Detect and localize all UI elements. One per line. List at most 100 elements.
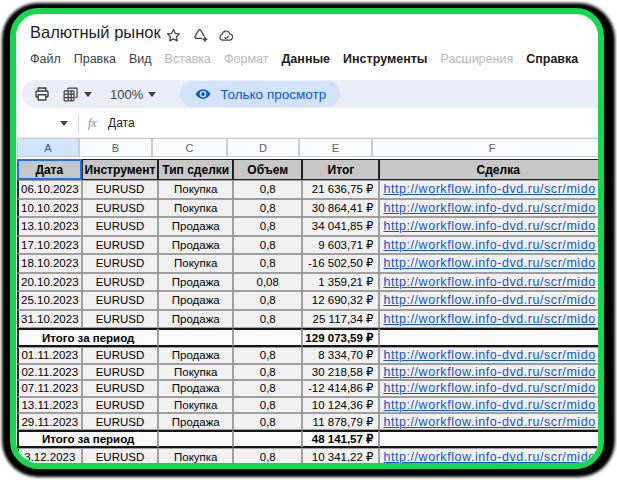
cell-volume[interactable]: 0,8 [233, 397, 302, 414]
cell-instrument[interactable]: EURUSD [82, 448, 159, 466]
cell-volume[interactable] [233, 328, 302, 347]
deal-link[interactable]: http://workflow.info-dvd.ru/scr/mido [383, 398, 595, 412]
cell-link[interactable]: http://workflow.info-dvd.ru/scr/mido [379, 291, 604, 310]
menu-item-tools[interactable]: Инструменты [343, 52, 427, 66]
menu-item-extensions[interactable]: Расширения [440, 52, 513, 66]
deal-link[interactable]: http://workflow.info-dvd.ru/scr/mido [383, 238, 595, 252]
cell-date[interactable]: 06.10.2023 [17, 180, 82, 199]
cell-link[interactable]: http://workflow.info-dvd.ru/scr/mido [379, 397, 604, 414]
cell-date[interactable]: 13.10.2023 [17, 217, 82, 236]
cell-total[interactable]: 12 690,32 ₽ [302, 291, 379, 310]
cell-instrument[interactable]: EURUSD [82, 180, 159, 199]
cell-total[interactable]: 25 117,34 ₽ [302, 310, 379, 329]
formula-input[interactable]: Дата [108, 116, 135, 130]
deal-link[interactable]: http://workflow.info-dvd.ru/scr/mido [383, 293, 595, 307]
cell-instrument[interactable]: EURUSD [82, 199, 159, 218]
cell-deal[interactable]: Продажа [158, 291, 233, 310]
cell-volume[interactable]: 0,8 [233, 380, 302, 397]
cell-volume[interactable]: 0,08 [233, 273, 302, 292]
deal-link[interactable]: http://workflow.info-dvd.ru/scr/mido [383, 450, 595, 464]
paint-format-button[interactable] [62, 86, 92, 103]
cell-instrument[interactable]: EURUSD [82, 347, 159, 364]
cell-volume[interactable]: 0,8 [233, 364, 302, 381]
cell-volume[interactable]: 0,8 [233, 217, 302, 236]
header-cell-3[interactable]: Объем [233, 159, 302, 180]
zoom-caret-icon[interactable] [148, 92, 156, 97]
cell-volume[interactable]: 0,8 [233, 236, 302, 255]
star-icon[interactable] [165, 27, 182, 44]
cell-instrument[interactable]: EURUSD [82, 273, 159, 292]
cell-link[interactable]: http://workflow.info-dvd.ru/scr/mido [379, 199, 604, 218]
cell-instrument[interactable]: EURUSD [82, 380, 159, 397]
menu-item-insert[interactable]: Вставка [165, 52, 211, 66]
deal-link[interactable]: http://workflow.info-dvd.ru/scr/mido [383, 219, 595, 233]
cell-volume[interactable]: 0,8 [233, 291, 302, 310]
cell-deal[interactable]: Продажа [158, 273, 233, 292]
cell-total[interactable]: 48 141,57 ₽ [302, 430, 379, 448]
cell-total[interactable]: 10 341,22 ₽ [302, 448, 379, 466]
cell-link[interactable]: http://workflow.info-dvd.ru/scr/mido [379, 236, 604, 255]
cell-instrument[interactable]: EURUSD [82, 254, 159, 273]
deal-link[interactable]: http://workflow.info-dvd.ru/scr/mido [383, 415, 595, 429]
cell-date[interactable]: 13.11.2023 [17, 397, 82, 414]
column-header-b[interactable]: B [79, 138, 152, 157]
doc-title[interactable]: Валютный рынок [30, 23, 161, 42]
cell-deal[interactable] [158, 430, 233, 448]
cell-date[interactable]: 07.11.2023 [17, 380, 82, 397]
cell-total[interactable]: 9 603,71 ₽ [302, 236, 379, 255]
shield-plus-icon[interactable] [192, 27, 209, 44]
cell-date[interactable]: 20.10.2023 [17, 273, 82, 292]
cell-deal[interactable]: Покупка [158, 448, 233, 466]
cell-date[interactable]: 02.11.2023 [17, 364, 82, 381]
menu-item-format[interactable]: Формат [224, 52, 268, 66]
cell-total[interactable]: -16 502,50 ₽ [302, 254, 379, 273]
cell-instrument[interactable]: EURUSD [82, 310, 159, 329]
deal-link[interactable]: http://workflow.info-dvd.ru/scr/mido [383, 201, 595, 215]
cell-link[interactable]: http://workflow.info-dvd.ru/scr/mido [379, 273, 604, 292]
cell-instrument[interactable]: EURUSD [82, 236, 159, 255]
cell-volume[interactable]: 0,8 [233, 448, 302, 466]
cell-deal[interactable]: Продажа [158, 413, 233, 430]
deal-link[interactable]: http://workflow.info-dvd.ru/scr/mido [383, 312, 595, 326]
cell-link[interactable]: http://workflow.info-dvd.ru/scr/mido [379, 310, 604, 329]
deal-link[interactable]: http://workflow.info-dvd.ru/scr/mido [383, 182, 595, 196]
cell-deal[interactable]: Покупка [158, 364, 233, 381]
cell-total[interactable]: 21 636,75 ₽ [302, 180, 379, 199]
cell-deal[interactable]: Покупка [158, 254, 233, 273]
cell-total[interactable]: 34 041,85 ₽ [302, 217, 379, 236]
column-header-e[interactable]: E [299, 138, 372, 157]
cell-deal[interactable]: Покупка [158, 199, 233, 218]
header-cell-1[interactable]: Инструмент [82, 159, 159, 180]
cell-deal[interactable]: Покупка [158, 180, 233, 199]
cell-volume[interactable]: 0,8 [233, 310, 302, 329]
cell-link[interactable]: http://workflow.info-dvd.ru/scr/mido [379, 254, 604, 273]
cell-deal[interactable]: Продажа [158, 380, 233, 397]
cell-instrument[interactable]: EURUSD [82, 217, 159, 236]
menu-item-data[interactable]: Данные [281, 52, 330, 66]
cell-link[interactable]: http://workflow.info-dvd.ru/scr/mido [379, 347, 604, 364]
cell-link[interactable] [379, 328, 604, 347]
cell-instrument[interactable]: EURUSD [82, 413, 159, 430]
cell-deal[interactable]: Продажа [158, 236, 233, 255]
cell-total[interactable]: 129 073,59 ₽ [302, 328, 379, 347]
cell-volume[interactable]: 0,8 [233, 254, 302, 273]
cell-instrument[interactable]: EURUSD [82, 397, 159, 414]
cell-deal[interactable]: Продажа [158, 217, 233, 236]
cell-date[interactable]: 31.10.2023 [17, 310, 82, 329]
cell-link[interactable]: http://workflow.info-dvd.ru/scr/mido [379, 217, 604, 236]
cell-total[interactable]: 10 124,36 ₽ [302, 397, 379, 414]
cell-deal[interactable]: Покупка [158, 397, 233, 414]
cell-total[interactable]: 30 218,58 ₽ [302, 364, 379, 381]
cell-date[interactable]: 01.11.2023 [17, 347, 82, 364]
menu-item-edit[interactable]: Правка [74, 52, 116, 66]
cell-date[interactable]: 18.10.2023 [17, 254, 82, 273]
header-cell-4[interactable]: Итог [302, 159, 379, 180]
cell-date[interactable]: 10.10.2023 [17, 199, 82, 218]
deal-link[interactable]: http://workflow.info-dvd.ru/scr/mido [383, 348, 595, 362]
deal-link[interactable]: http://workflow.info-dvd.ru/scr/mido [383, 275, 595, 289]
cell-total[interactable]: 30 864,41 ₽ [302, 199, 379, 218]
cell-volume[interactable]: 0,8 [233, 413, 302, 430]
menu-item-view[interactable]: Вид [129, 52, 152, 66]
cell-date[interactable]: 25.10.2023 [17, 291, 82, 310]
cell-link[interactable]: http://workflow.info-dvd.ru/scr/mido [379, 380, 604, 397]
